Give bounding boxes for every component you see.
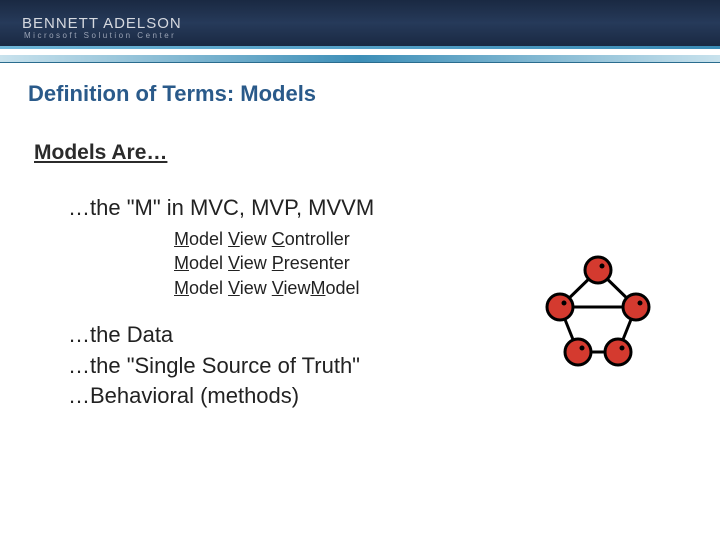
mvvm-m2-rest: odel (325, 278, 359, 298)
mvp-p: P (272, 253, 284, 273)
mvvm-m-rest: odel (189, 278, 228, 298)
mvp-m: M (174, 253, 189, 273)
mvp-m-rest: odel (189, 253, 228, 273)
expansion-mvc: Model View Controller (174, 227, 720, 251)
mvc-c: C (272, 229, 285, 249)
graph-diagram-icon (538, 252, 658, 372)
mvvm-v: V (228, 278, 240, 298)
slide-title: Definition of Terms: Models (0, 63, 720, 107)
mvc-m-rest: odel (189, 229, 228, 249)
brand-logo: BENNETT ADELSON (22, 15, 182, 32)
mvp-p-rest: resenter (284, 253, 350, 273)
mvc-v-rest: iew (240, 229, 272, 249)
brand-subtitle: Microsoft Solution Center (24, 31, 176, 40)
mvvm-m2: M (310, 278, 325, 298)
mvvm-v-rest: iew (240, 278, 272, 298)
mvp-v-rest: iew (240, 253, 272, 273)
blue-band (0, 55, 720, 63)
mvc-c-rest: ontroller (285, 229, 350, 249)
bullet-behavioral: …Behavioral (methods) (68, 381, 720, 412)
sub-heading: Models Are… (34, 141, 720, 165)
mvp-v: V (228, 253, 240, 273)
mvvm-v2-rest: iew (283, 278, 310, 298)
mvvm-v2: V (272, 278, 284, 298)
header-bar: BENNETT ADELSON Microsoft Solution Cente… (0, 0, 720, 46)
bullet-m-in-mvc: …the "M" in MVC, MVP, MVVM (68, 195, 720, 221)
mvc-m: M (174, 229, 189, 249)
mvvm-m: M (174, 278, 189, 298)
mvc-v: V (228, 229, 240, 249)
